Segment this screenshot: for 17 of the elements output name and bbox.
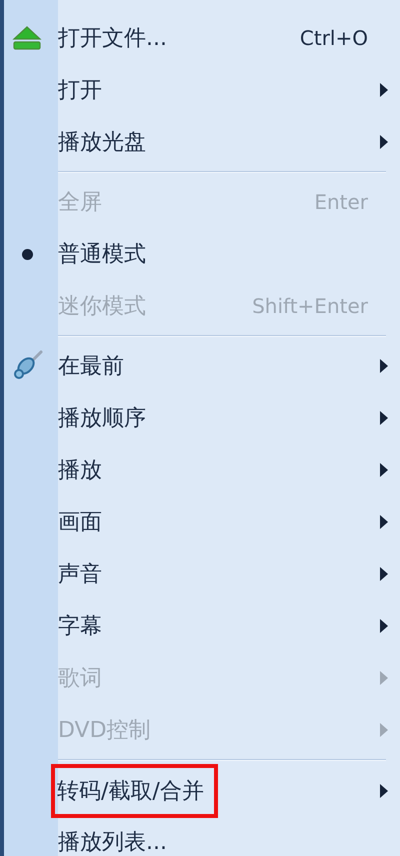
menu-item[interactable]: 画面 bbox=[58, 510, 102, 535]
menu-item[interactable]: 转码/截取/合并 bbox=[57, 779, 204, 804]
pin-icon bbox=[11, 350, 43, 382]
menu-item[interactable]: 播放 bbox=[58, 458, 102, 483]
menu-item[interactable]: 打开文件... bbox=[58, 26, 167, 51]
shortcut-label: Ctrl+O bbox=[300, 26, 368, 50]
shortcut-label: Shift+Enter bbox=[252, 294, 368, 318]
menu-item[interactable]: 在最前 bbox=[58, 354, 124, 379]
menu-item[interactable]: 声音 bbox=[58, 562, 102, 587]
menu-item[interactable]: 播放列表... bbox=[58, 830, 167, 855]
menu-item[interactable]: 播放顺序 bbox=[58, 406, 146, 431]
menu-item[interactable]: 打开 bbox=[58, 78, 102, 103]
eject-icon bbox=[12, 26, 42, 50]
menu-item[interactable]: 播放光盘 bbox=[58, 130, 146, 155]
menu-item[interactable]: 字幕 bbox=[58, 614, 102, 639]
menu-item[interactable]: 普通模式 bbox=[58, 242, 146, 267]
shortcut-label: Enter bbox=[314, 190, 368, 214]
